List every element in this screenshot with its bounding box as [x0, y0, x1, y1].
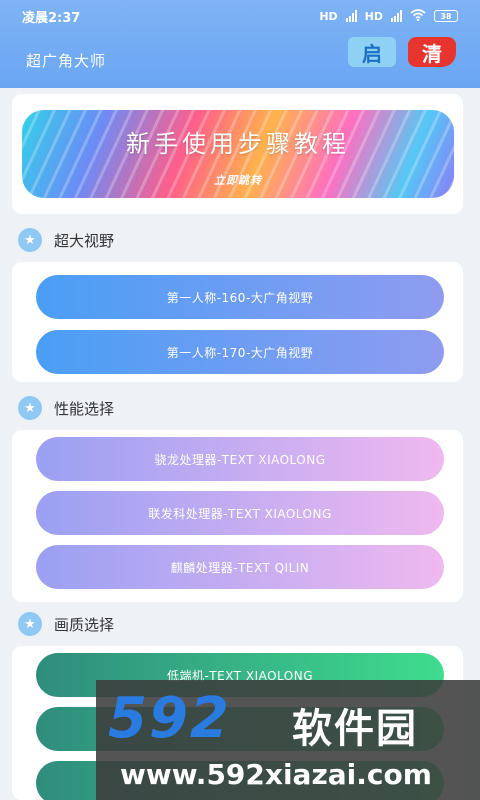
section-label: 性能选择 [54, 399, 115, 418]
app-title: 超广角大师 [26, 52, 107, 70]
star-icon: ★ [18, 612, 42, 636]
option-fov-170[interactable]: 第一人称-170-大广角视野 [36, 330, 444, 374]
star-icon: ★ [18, 396, 42, 420]
section-label: 画质选择 [54, 615, 115, 634]
tutorial-banner[interactable]: 新手使用步骤教程 立即跳转 [22, 110, 454, 198]
option-snapdragon[interactable]: 骁龙处理器-TEXT XIAOLONG [36, 437, 444, 481]
battery-icon: 38 [434, 10, 458, 22]
signal-icon-2 [391, 10, 402, 22]
app-header: 凌晨2:37 HD HD 38 超广角大师 启 清 [0, 0, 480, 88]
hd-label: HD [319, 9, 338, 23]
watermark-overlay: 592 软件园 www.592xiazai.com [96, 680, 480, 800]
signal-icon [345, 10, 357, 22]
section-label: 超大视野 [54, 231, 115, 250]
section-title-wide-view: ★ 超大视野 [18, 228, 114, 252]
option-kirin[interactable]: 麒麟处理器-TEXT QILIN [36, 545, 444, 589]
hd-label-2: HD [364, 9, 383, 23]
section-title-quality: ★ 画质选择 [18, 612, 114, 636]
watermark-url: www.592xiazai.com [120, 758, 432, 791]
status-icons: HD HD 38 [319, 8, 458, 24]
banner-title: 新手使用步骤教程 [126, 130, 350, 158]
watermark-logo: 592 [108, 686, 231, 751]
clean-button[interactable]: 清 [408, 37, 456, 67]
watermark-text: 软件园 [292, 706, 418, 752]
status-time: 凌晨2:37 [22, 10, 81, 26]
launch-button[interactable]: 启 [348, 37, 396, 67]
banner-subtitle: 立即跳转 [214, 174, 262, 187]
section-title-performance: ★ 性能选择 [18, 396, 114, 420]
star-icon: ★ [18, 228, 42, 252]
wifi-icon [410, 8, 426, 24]
status-bar: 凌晨2:37 HD HD 38 [0, 0, 480, 32]
option-fov-160[interactable]: 第一人称-160-大广角视野 [36, 275, 444, 319]
option-mediatek[interactable]: 联发科处理器-TEXT XIAOLONG [36, 491, 444, 535]
